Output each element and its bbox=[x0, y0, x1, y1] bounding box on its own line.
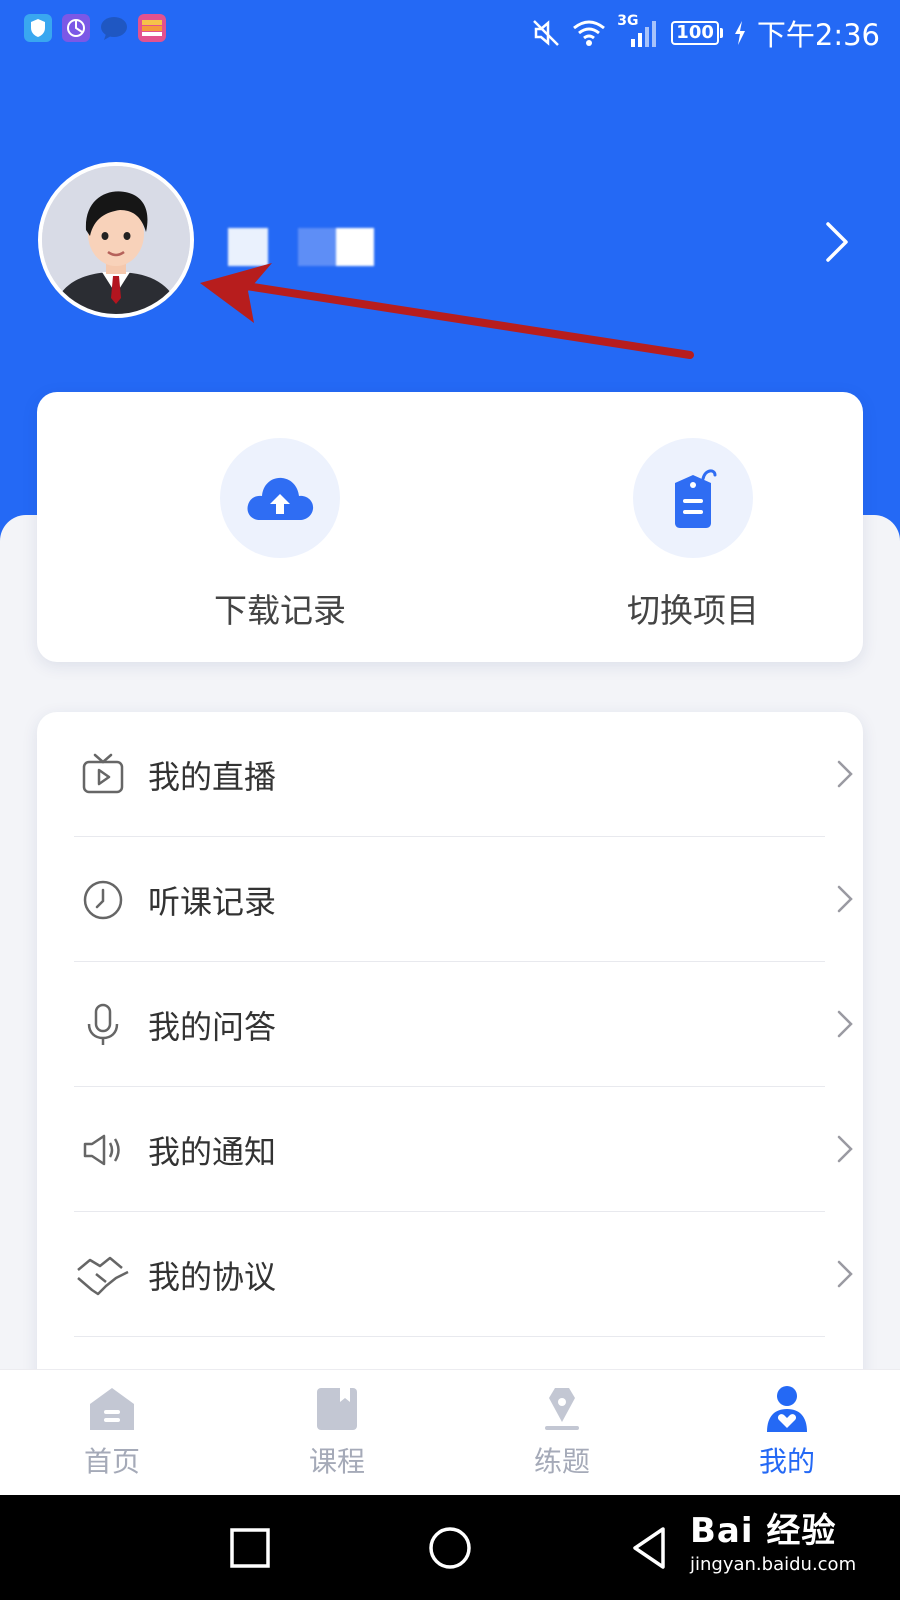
status-bar: 3G 100 下午2:36 bbox=[0, 0, 900, 62]
tag-icon bbox=[633, 438, 753, 558]
cloud-upload-icon bbox=[220, 438, 340, 558]
menu-item-label: 我的通知 bbox=[148, 1132, 277, 1171]
home-button-icon[interactable] bbox=[425, 1523, 475, 1573]
system-navigation-bar: Bai 经验 jingyan.baidu.com bbox=[0, 1495, 900, 1600]
home-icon bbox=[90, 1388, 134, 1430]
microphone-icon bbox=[74, 996, 132, 1054]
book-icon bbox=[317, 1388, 357, 1430]
charging-icon bbox=[734, 21, 745, 45]
chevron-right-icon bbox=[837, 760, 853, 788]
menu-item-agreements[interactable]: 我的协议 bbox=[74, 1212, 863, 1337]
menu-card: 我的直播 听课记录 我的问答 我的通知 我的协议 bbox=[37, 712, 863, 1412]
menu-item-label: 听课记录 bbox=[148, 882, 277, 921]
tab-label: 练题 bbox=[533, 1445, 590, 1478]
download-records-button[interactable]: 下载记录 bbox=[180, 438, 380, 632]
tab-practice[interactable]: 练题 bbox=[502, 1384, 622, 1480]
tv-play-icon bbox=[74, 746, 132, 804]
tab-label: 我的 bbox=[758, 1445, 815, 1478]
tab-home[interactable]: 首页 bbox=[52, 1384, 172, 1480]
tab-label: 课程 bbox=[308, 1445, 365, 1478]
watermark: Bai 经验 jingyan.baidu.com bbox=[690, 1503, 856, 1575]
tab-courses[interactable]: 课程 bbox=[277, 1384, 397, 1480]
cellular-signal-icon: 3G bbox=[617, 13, 661, 49]
avatar[interactable] bbox=[38, 162, 194, 318]
message-app-icon bbox=[100, 14, 128, 42]
notification-icons bbox=[24, 14, 166, 42]
switch-project-label: 切换项目 bbox=[627, 591, 759, 630]
chevron-right-icon bbox=[837, 885, 853, 913]
wallet-app-icon bbox=[138, 14, 166, 42]
watermark-sub: jingyan.baidu.com bbox=[690, 1554, 857, 1575]
megaphone-icon bbox=[74, 1121, 132, 1179]
clock-icon bbox=[74, 871, 132, 929]
shield-app-icon bbox=[24, 14, 52, 42]
handshake-icon bbox=[74, 1246, 132, 1304]
battery-indicator: 100 bbox=[671, 21, 723, 45]
tab-label: 首页 bbox=[83, 1445, 140, 1478]
chevron-right-icon bbox=[837, 1010, 853, 1038]
recents-button-icon[interactable] bbox=[225, 1523, 275, 1573]
menu-item-qa[interactable]: 我的问答 bbox=[74, 962, 863, 1087]
browser-app-icon bbox=[62, 14, 90, 42]
user-icon bbox=[767, 1386, 807, 1432]
menu-item-notifications[interactable]: 我的通知 bbox=[74, 1087, 863, 1212]
battery-level: 100 bbox=[671, 21, 719, 45]
mute-icon bbox=[533, 20, 560, 46]
pen-icon bbox=[545, 1388, 579, 1430]
menu-item-live[interactable]: 我的直播 bbox=[74, 712, 863, 837]
wifi-icon bbox=[573, 20, 606, 46]
menu-item-listening-history[interactable]: 听课记录 bbox=[74, 837, 863, 962]
menu-item-label: 我的问答 bbox=[148, 1007, 277, 1046]
watermark-main: Bai 经验 bbox=[690, 1511, 837, 1551]
menu-item-label: 我的协议 bbox=[148, 1257, 277, 1296]
chevron-right-icon bbox=[837, 1260, 853, 1288]
clock: 下午2:36 bbox=[756, 18, 880, 52]
chevron-right-icon bbox=[837, 1135, 853, 1163]
annotation-arrow bbox=[200, 263, 694, 359]
quick-actions-card: 下载记录 切换项目 bbox=[37, 392, 863, 662]
chevron-right-icon[interactable] bbox=[822, 220, 852, 264]
back-button-icon[interactable] bbox=[625, 1523, 675, 1573]
download-records-label: 下载记录 bbox=[214, 591, 346, 630]
bottom-tab-bar: 首页 课程 练题 我的 bbox=[0, 1369, 900, 1495]
tab-mine[interactable]: 我的 bbox=[727, 1384, 847, 1480]
switch-project-button[interactable]: 切换项目 bbox=[593, 438, 793, 632]
menu-item-label: 我的直播 bbox=[148, 757, 277, 796]
